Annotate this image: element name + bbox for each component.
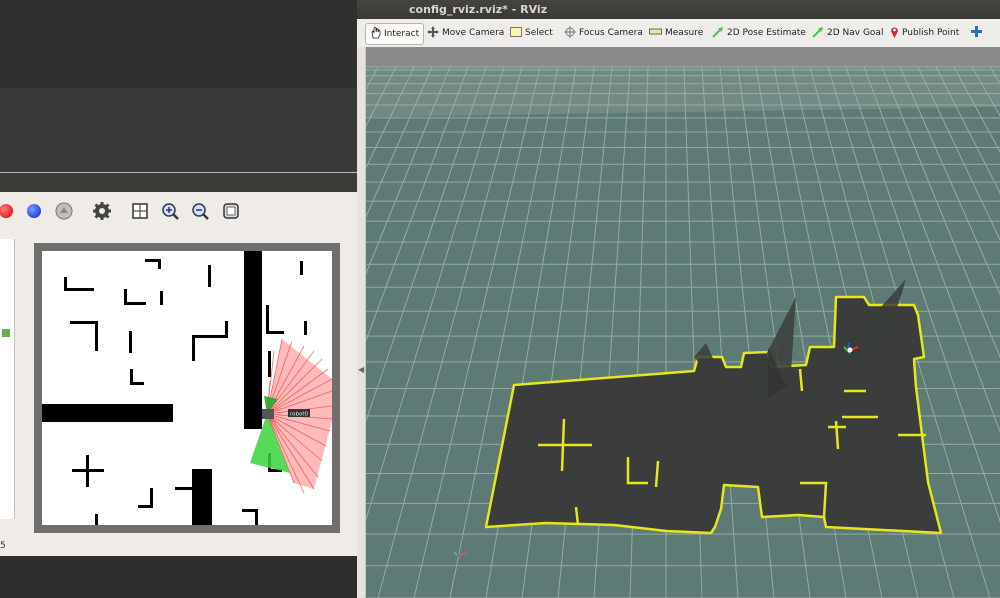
stage-status-text: 5 [0,541,6,551]
rviz-3d-view[interactable] [366,47,1000,598]
nav-goal-icon [812,26,824,41]
desktop-background-bottom [0,556,357,598]
publish-point-icon [890,26,899,41]
interact-tool-button[interactable]: Interact [365,23,425,45]
panel-splitter[interactable]: ◀ [357,47,366,598]
hand-icon [370,26,381,42]
robot-marker [262,409,274,419]
stage-window: robot0 5 [0,172,357,557]
select-tool-button[interactable]: Select [510,23,553,43]
measure-icon [649,28,662,38]
move-camera-icon [427,25,439,41]
publish-point-tool-button[interactable]: Publish Point [890,23,959,43]
focus-camera-tool-button[interactable]: Focus Camera [564,23,643,43]
rviz-window: config_rviz.rviz* - RViz Interact Move C… [357,0,1000,598]
stage-toolbar [0,195,357,229]
record-red-icon[interactable] [0,199,18,223]
measure-tool-button[interactable]: Measure [649,23,703,43]
stage-map-view[interactable]: robot0 [34,243,340,533]
splitter-arrow-icon[interactable]: ◀ [358,365,364,374]
plus-icon [971,26,982,40]
fit-view-icon[interactable] [219,199,243,223]
window-title: config_rviz.rviz* - RViz [409,3,548,16]
zoom-in-icon[interactable] [158,199,182,223]
nav-goal-tool-button[interactable]: 2D Nav Goal [812,23,883,43]
grid-icon[interactable] [128,199,152,223]
add-tool-button[interactable] [971,23,985,43]
robot-label: robot0 [290,412,309,418]
record-blue-icon[interactable] [22,199,46,223]
stage-map-canvas[interactable]: robot0 [42,251,332,525]
zoom-out-icon[interactable] [188,199,212,223]
3d-horizon [366,47,1000,67]
camera-icon[interactable] [52,199,76,223]
pose-estimate-icon [712,26,724,41]
desktop-background [0,0,357,172]
rviz-titlebar: config_rviz.rviz* - RViz [357,0,1000,19]
rviz-toolbar: Interact Move Camera Select Focus Camera… [357,19,1000,48]
pose-estimate-tool-button[interactable]: 2D Pose Estimate [712,23,806,43]
focus-camera-icon [564,25,576,41]
select-icon [510,26,522,40]
stage-titlebar [0,173,357,192]
stage-side-panel [0,239,15,519]
move-camera-tool-button[interactable]: Move Camera [427,23,504,43]
panel-indicator-icon [2,329,10,337]
gear-icon[interactable] [90,199,114,223]
desktop-band [0,0,357,88]
